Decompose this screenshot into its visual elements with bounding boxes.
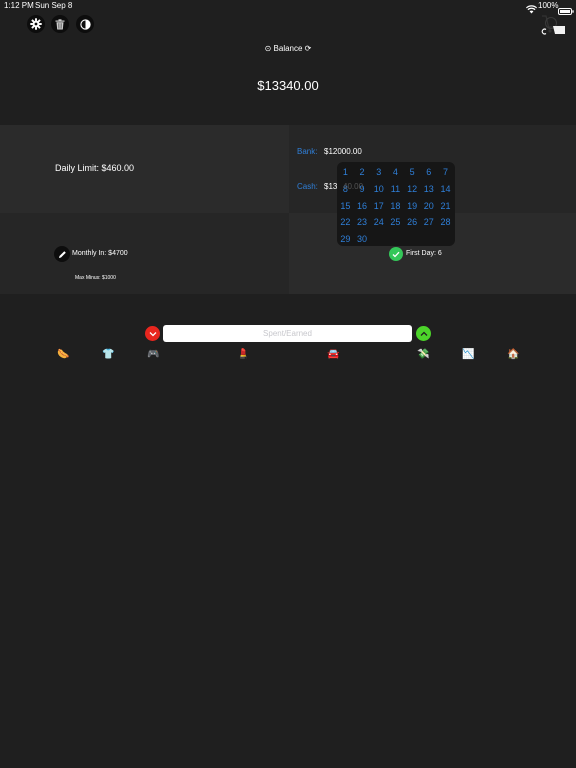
house-icon: 🏠 <box>507 349 520 360</box>
beauty-category-button[interactable]: 💄 <box>237 349 249 360</box>
pencil-icon <box>58 250 67 259</box>
calendar-day[interactable]: 17 <box>370 198 387 215</box>
games-category-button[interactable]: 🎮 <box>147 349 159 360</box>
calendar-day[interactable]: 12 <box>404 181 421 198</box>
spent-button[interactable] <box>145 326 160 341</box>
car-icon: 🚘 <box>327 349 340 360</box>
cart-button[interactable] <box>541 14 567 36</box>
calendar-day[interactable]: 29 <box>337 231 354 248</box>
calendar-day[interactable]: 21 <box>437 198 454 215</box>
day-picker[interactable]: 40.00 1 2 3 4 5 6 7 8 9 10 11 12 13 14 15 16 17 18 19 20 21 2… <box>337 162 455 246</box>
calendar-day[interactable]: 13 <box>420 181 437 198</box>
calendar-day[interactable]: 14 <box>437 181 454 198</box>
calendar-day[interactable]: 27 <box>420 214 437 231</box>
food-category-button[interactable]: 🌭 <box>57 349 69 360</box>
calendar-day[interactable]: 24 <box>370 214 387 231</box>
calendar-day[interactable]: 3 <box>370 164 387 181</box>
max-minus-text: Max Minus: $1000 <box>75 275 116 281</box>
monthly-panel <box>0 213 289 294</box>
calendar-day[interactable]: 7 <box>437 164 454 181</box>
day-grid: 1 2 3 4 5 6 7 8 9 10 11 12 13 14 15 16 17 18 19 20 21 22 23 24 2… <box>337 162 455 248</box>
calendar-day[interactable]: 4 <box>387 164 404 181</box>
calendar-day[interactable]: 19 <box>404 198 421 215</box>
chevron-up-icon <box>420 331 428 337</box>
daily-limit-panel <box>0 125 289 213</box>
clothing-icon: 👕 <box>102 349 115 360</box>
battery-icon <box>558 2 574 15</box>
money-icon: 💸 <box>417 349 430 360</box>
calendar-day[interactable]: 2 <box>354 164 371 181</box>
shopping-cart-icon <box>541 14 567 41</box>
amount-input[interactable] <box>163 325 412 342</box>
daily-limit-text: Daily Limit: $460.00 <box>55 163 135 173</box>
cash-value[interactable]: $13 <box>324 182 337 191</box>
monthly-in-text: Monthly In: $4700 <box>72 250 128 257</box>
calendar-day[interactable]: 20 <box>420 198 437 215</box>
calendar-day[interactable]: 26 <box>404 214 421 231</box>
cash-value-behind: 40.00 <box>343 182 364 191</box>
balance-value: $13340.00 <box>257 78 319 93</box>
chevron-down-icon <box>149 331 157 337</box>
calendar-day[interactable]: 5 <box>404 164 421 181</box>
money-category-button[interactable]: 💸 <box>417 349 429 360</box>
status-date: Sun Sep 8 <box>35 1 73 10</box>
chart-category-button[interactable]: 📉 <box>462 349 474 360</box>
house-category-button[interactable]: 🏠 <box>507 349 519 360</box>
calendar-day[interactable]: 30 <box>354 231 371 248</box>
checkmark-icon <box>392 251 400 258</box>
calendar-day[interactable]: 23 <box>354 214 371 231</box>
food-icon: 🌭 <box>57 349 70 360</box>
calendar-day[interactable]: 1 <box>337 164 354 181</box>
clothing-category-button[interactable]: 👕 <box>102 349 114 360</box>
gear-icon <box>30 18 42 30</box>
status-time: 1:12 PM <box>4 1 34 10</box>
calendar-day[interactable]: 15 <box>337 198 354 215</box>
first-day-check-button[interactable] <box>389 247 403 261</box>
balance-label[interactable]: ⊙ Balance ⟳ <box>0 44 576 53</box>
car-category-button[interactable]: 🚘 <box>327 349 339 360</box>
calendar-day[interactable]: 22 <box>337 214 354 231</box>
theme-toggle-button[interactable] <box>76 15 94 33</box>
trash-icon <box>55 18 65 30</box>
calendar-day[interactable]: 6 <box>420 164 437 181</box>
beauty-icon: 💄 <box>237 349 250 360</box>
settings-button[interactable] <box>27 15 45 33</box>
contrast-icon <box>79 18 91 30</box>
earned-button[interactable] <box>416 326 431 341</box>
battery-percent: 100% <box>538 1 559 10</box>
calendar-day[interactable]: 16 <box>354 198 371 215</box>
edit-monthly-button[interactable] <box>54 246 70 262</box>
delete-button[interactable] <box>51 15 69 33</box>
calendar-day[interactable]: 28 <box>437 214 454 231</box>
calendar-day[interactable]: 10 <box>370 181 387 198</box>
calendar-day[interactable]: 11 <box>387 181 404 198</box>
games-icon: 🎮 <box>147 349 160 360</box>
calendar-day[interactable]: 18 <box>387 198 404 215</box>
bank-label: Bank: <box>297 147 318 156</box>
calendar-day[interactable]: 25 <box>387 214 404 231</box>
wifi-icon <box>525 1 538 14</box>
first-day-text: First Day: 6 <box>406 250 442 257</box>
chart-icon: 📉 <box>462 349 475 360</box>
bank-value[interactable]: $12000.00 <box>324 147 362 156</box>
cash-label: Cash: <box>297 182 318 191</box>
